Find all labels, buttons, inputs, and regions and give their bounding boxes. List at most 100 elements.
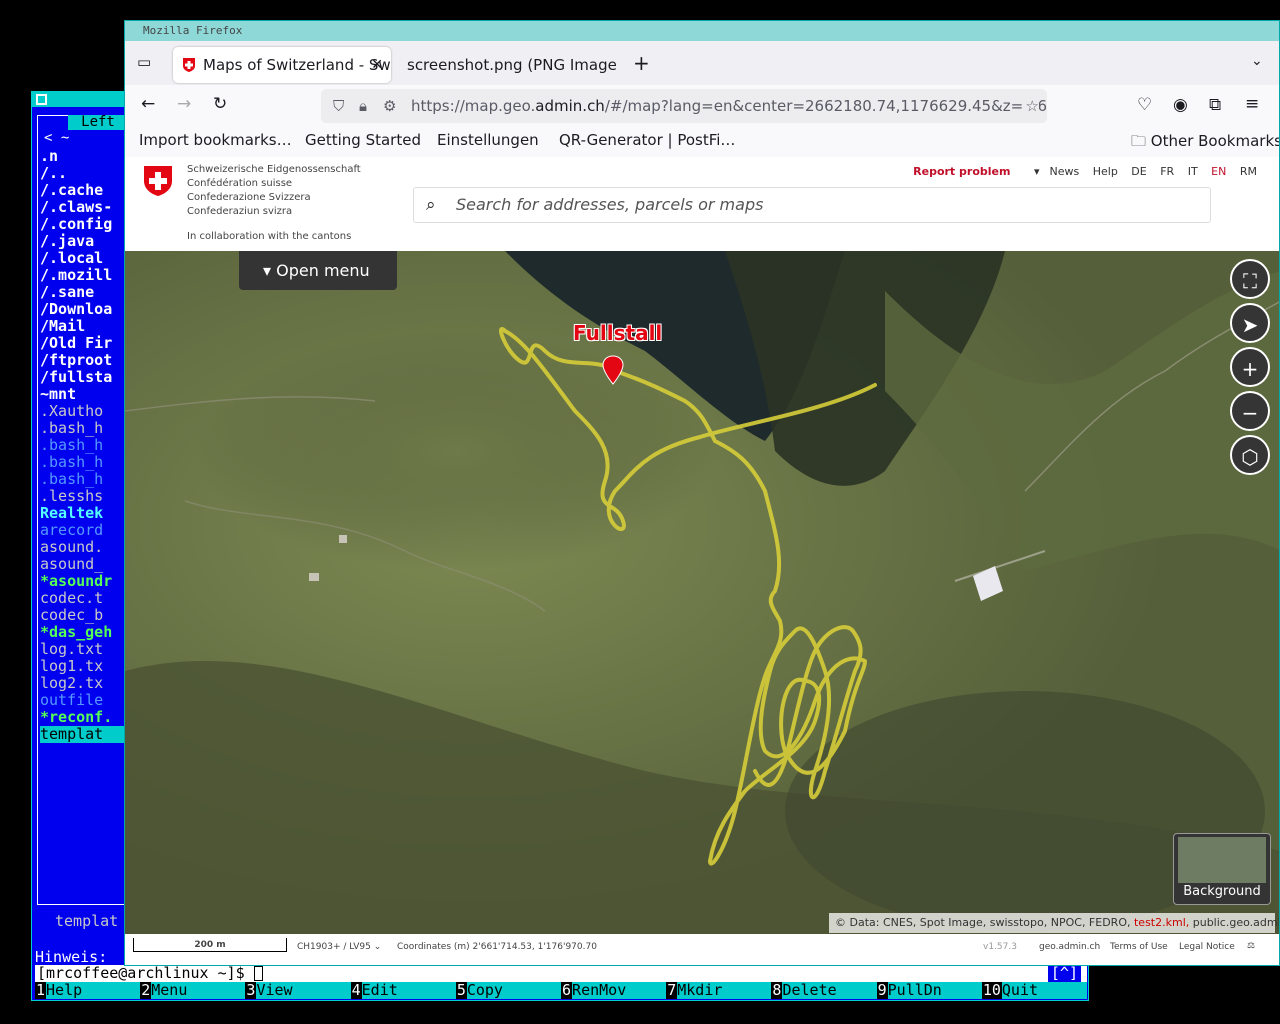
search-input[interactable]: ⌕ Search for addresses, parcels or maps: [413, 187, 1211, 223]
file-entry[interactable]: asound_: [40, 556, 130, 573]
file-entry[interactable]: *asoundr: [40, 573, 130, 590]
swiss-coat-of-arms-icon[interactable]: [143, 165, 173, 197]
account-icon[interactable]: ◉: [1173, 95, 1188, 115]
lock-icon[interactable]: 🔒︎: [359, 89, 367, 123]
file-entry[interactable]: .lesshs: [40, 488, 130, 505]
fkey-help[interactable]: 1 Help: [35, 982, 141, 999]
file-entry[interactable]: /Downloa: [40, 301, 130, 318]
file-entry[interactable]: .bash_h: [40, 471, 130, 488]
lang-rm[interactable]: RM: [1240, 165, 1257, 178]
file-entry[interactable]: *reconf.: [40, 709, 130, 726]
report-problem-link[interactable]: Report problem: [913, 165, 1010, 178]
lang-de[interactable]: DE: [1131, 165, 1146, 178]
bookmark-qr-generator[interactable]: QR-Generator | PostFi…: [559, 131, 735, 149]
bookmark-import[interactable]: Import bookmarks…: [139, 131, 292, 149]
command-prompt[interactable]: [mrcoffee@archlinux ~]$ [^]: [35, 965, 1087, 982]
file-entry[interactable]: /.local: [40, 250, 130, 267]
fkey-delete[interactable]: 8 Delete: [771, 982, 877, 999]
3d-view-button[interactable]: ⬡: [1230, 435, 1270, 475]
fkey-edit[interactable]: 4 Edit: [350, 982, 456, 999]
file-entry[interactable]: /.java: [40, 233, 130, 250]
permissions-icon[interactable]: ⚙: [383, 89, 396, 123]
lang-fr[interactable]: FR: [1160, 165, 1174, 178]
file-entry[interactable]: log1.tx: [40, 658, 130, 675]
marker-label[interactable]: Fullstall: [573, 321, 662, 345]
footer-link-terms[interactable]: Terms of Use: [1110, 942, 1168, 952]
file-entry[interactable]: log.txt: [40, 641, 130, 658]
other-bookmarks[interactable]: 🗀︎ Other Bookmarks: [1131, 131, 1279, 156]
help-link[interactable]: Help: [1093, 165, 1118, 178]
file-entry[interactable]: .Xautho: [40, 403, 130, 420]
window-menu-icon[interactable]: [36, 94, 47, 105]
file-entry[interactable]: *das_geh: [40, 624, 130, 641]
footer-link-geoadmin[interactable]: geo.admin.ch: [1039, 942, 1100, 952]
fkey-renmov[interactable]: 6 RenMov: [561, 982, 667, 999]
bookmark-einstellungen[interactable]: Einstellungen: [437, 131, 539, 149]
file-entry[interactable]: /.mozill: [40, 267, 130, 284]
extensions-icon[interactable]: ⧉: [1209, 95, 1221, 115]
bookmark-star-icon[interactable]: ☆: [1021, 89, 1039, 123]
fullscreen-button[interactable]: ⛶: [1230, 259, 1270, 299]
file-entry[interactable]: /fullsta: [40, 369, 130, 386]
file-entry[interactable]: Realtek: [40, 505, 130, 522]
background-selector[interactable]: Background: [1173, 833, 1271, 905]
zoom-out-button[interactable]: −: [1230, 391, 1270, 431]
projection-select[interactable]: CH1903+ / LV95 ⌄: [297, 942, 381, 952]
file-entry[interactable]: codec.t: [40, 590, 130, 607]
map-pin-icon[interactable]: [602, 355, 624, 385]
file-entry[interactable]: /.cache: [40, 182, 130, 199]
close-tab-icon[interactable]: ✕: [371, 47, 383, 83]
file-entry[interactable]: /.config: [40, 216, 130, 233]
file-list[interactable]: .n/../.cache/.claws-/.config/.java/.loca…: [40, 148, 130, 743]
footer-link-legal[interactable]: Legal Notice: [1179, 942, 1235, 952]
file-entry[interactable]: codec_b: [40, 607, 130, 624]
panel-nav[interactable]: < ~: [44, 130, 69, 146]
shield-icon[interactable]: ⛉: [333, 89, 344, 123]
file-entry[interactable]: .bash_h: [40, 420, 130, 437]
file-entry[interactable]: /Old Fir: [40, 335, 130, 352]
file-entry[interactable]: /ftproot: [40, 352, 130, 369]
scroll-indicator[interactable]: [^]: [1047, 965, 1081, 982]
file-entry[interactable]: /.sane: [40, 284, 130, 301]
tab-screenshot[interactable]: screenshot.png (PNG Image,: [401, 47, 616, 83]
map-canvas[interactable]: ▾ Open menu Fullstall ⛶ ➤ + − ⬡ Backgrou…: [125, 251, 1279, 934]
open-menu-button[interactable]: ▾ Open menu: [239, 251, 397, 290]
url-bar[interactable]: ⛉ 🔒︎ ⚙ https://map.geo.admin.ch/#/map?la…: [321, 89, 1047, 123]
pocket-icon[interactable]: ♡: [1137, 95, 1152, 115]
fkey-copy[interactable]: 5 Copy: [455, 982, 562, 999]
file-entry[interactable]: /..: [40, 165, 130, 182]
list-tabs-icon[interactable]: ⌄: [1251, 53, 1263, 69]
file-entry[interactable]: templat: [40, 726, 130, 743]
fkey-mkdir[interactable]: 7 Mkdir: [666, 982, 772, 999]
back-icon[interactable]: ←: [141, 94, 155, 114]
tab-maps[interactable]: Maps of Switzerland - Swi ✕: [173, 47, 391, 83]
tab-overview-icon[interactable]: ▭: [137, 53, 151, 71]
fkey-menu[interactable]: 2 Menu: [140, 982, 246, 999]
attribution-kml[interactable]: test2.kml,: [1134, 916, 1189, 929]
file-entry[interactable]: asound.: [40, 539, 130, 556]
file-entry[interactable]: ~mnt: [40, 386, 130, 403]
file-entry[interactable]: .n: [40, 148, 130, 165]
file-entry[interactable]: .bash_h: [40, 437, 130, 454]
lang-it[interactable]: IT: [1188, 165, 1198, 178]
file-entry[interactable]: outfile: [40, 692, 130, 709]
file-entry[interactable]: /.claws-: [40, 199, 130, 216]
fkey-view[interactable]: 3 View: [245, 982, 351, 999]
version-label[interactable]: v1.57.3: [983, 942, 1017, 952]
file-entry[interactable]: .bash_h: [40, 454, 130, 471]
bookmark-getting-started[interactable]: Getting Started: [305, 131, 421, 149]
file-entry[interactable]: /Mail: [40, 318, 130, 335]
attribution-source[interactable]: public.geo.admin.ch: [1193, 916, 1279, 929]
zoom-in-button[interactable]: +: [1230, 347, 1270, 387]
fkey-pulldn[interactable]: 9 PullDn: [876, 982, 982, 999]
news-link[interactable]: ▾ News: [1024, 165, 1079, 178]
new-tab-icon[interactable]: +: [633, 51, 650, 75]
file-entry[interactable]: log2.tx: [40, 675, 130, 692]
lang-en[interactable]: EN: [1211, 165, 1226, 178]
menu-icon[interactable]: ≡: [1245, 94, 1259, 114]
reload-icon[interactable]: ↻: [213, 94, 227, 114]
accessibility-icon[interactable]: ⚖: [1247, 941, 1255, 951]
forward-icon[interactable]: →: [177, 94, 191, 114]
geolocation-button[interactable]: ➤: [1230, 303, 1270, 343]
fkey-quit[interactable]: 10 Quit: [981, 982, 1088, 999]
